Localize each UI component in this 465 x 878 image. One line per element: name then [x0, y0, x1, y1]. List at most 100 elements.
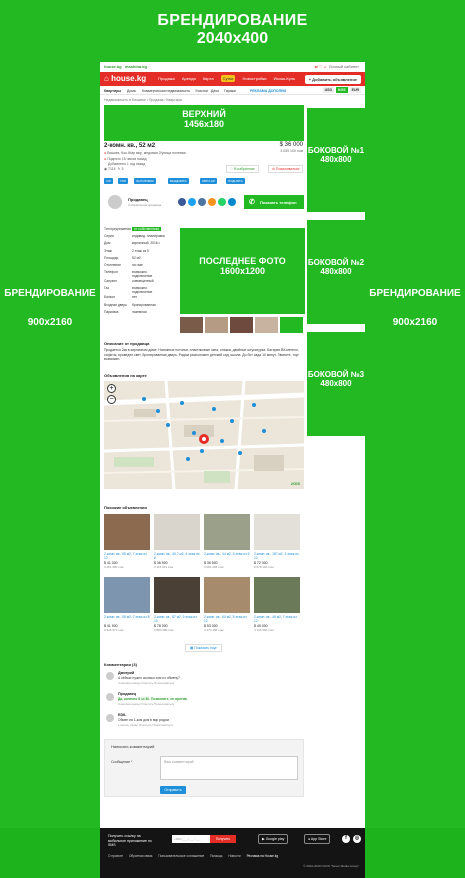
card-photo[interactable] [254, 577, 300, 613]
nav-item-daily[interactable]: Сутки [220, 75, 236, 82]
telegram-icon[interactable] [228, 198, 236, 206]
send-button[interactable]: Отправить [160, 786, 186, 794]
twitter-icon[interactable] [188, 198, 196, 206]
seller-listings-link[interactable]: 3 объявления продавца [128, 203, 161, 207]
facebook-footer-icon[interactable]: f [342, 835, 350, 843]
vk-icon[interactable] [198, 198, 206, 206]
breadcrumb[interactable]: Недвижимость в Бишкеке / Продажа / Кварт… [104, 98, 182, 102]
card-title[interactable]: 2-комн. кв., 55 м2, 7 этаж из 13 [104, 552, 150, 560]
card-title[interactable]: 2-комн. кв., 44 м2, 3 этаж из 5 [204, 552, 250, 560]
subnav-promo[interactable]: РЕКЛАМА ДОПОЛНИ [250, 89, 286, 93]
photo-thumb[interactable] [205, 317, 228, 333]
footer-link-about[interactable]: О проекте [108, 854, 123, 858]
photo-thumb[interactable] [255, 317, 278, 333]
card-title[interactable]: 2-комн. кв., 55 м2, 2 этаж из 8 [104, 615, 150, 623]
google-play-button[interactable]: ▶ Google play [258, 834, 289, 844]
site-logo[interactable]: ⌂ house.kg [104, 74, 146, 83]
favorite-button[interactable]: ♡ В избранное [226, 165, 259, 173]
logo-mashina-small[interactable]: mashina.kg [125, 64, 147, 69]
similar-card[interactable]: 2-комн. кв., 44 м2, 3 этаж из 5 $ 36 500… [204, 514, 250, 569]
comment-meta[interactable]: 1 месяц назад Ответить Пожаловаться [118, 723, 173, 727]
side-ad-banner-3[interactable]: БОКОВОЙ №3 480x800 [307, 332, 365, 436]
similar-card[interactable]: 2-комн. кв., 60 м2, 8 этаж из 12 $ 53 00… [204, 577, 250, 632]
similar-card[interactable]: 2-комн. кв., 45.7 м2, 4 этаж из 8 $ 36 9… [154, 514, 200, 569]
footer-link-news[interactable]: Новости [228, 854, 240, 858]
map-canvas[interactable] [104, 381, 304, 489]
nav-item-issyk-kul[interactable]: Иссык-Куль [274, 76, 296, 81]
side-ad-banner-1[interactable]: БОКОВОЙ №1 480x800 [307, 108, 365, 212]
similar-card[interactable]: 2-комн. кв., 55 м2, 7 этаж из 13 $ 41 00… [104, 514, 150, 569]
comment-meta[interactable]: 3 месяца назад Ответить Пожаловаться [118, 702, 174, 706]
app-store-button[interactable]: ● App Store [304, 834, 331, 844]
site-logo-text[interactable]: house.kg [111, 74, 146, 83]
photo-thumb[interactable] [230, 317, 253, 333]
nav-item-new-buildings[interactable]: Новостройки [243, 76, 267, 81]
compare-icon[interactable]: ⇄ [314, 64, 317, 69]
nav-item-rent[interactable]: Аренда [182, 76, 196, 81]
subnav-garages[interactable]: Гаражи [224, 89, 236, 93]
card-title[interactable]: 2-комн. кв., 187 м2, 3 этаж из 12 [254, 552, 300, 560]
card-photo[interactable] [204, 577, 250, 613]
facebook-icon[interactable] [178, 198, 186, 206]
currency-eur[interactable]: EUR [349, 87, 361, 93]
currency-kgs[interactable]: KGS [336, 87, 348, 93]
card-title[interactable]: 2-комн. кв., 60 м2, 8 этаж из 12 [204, 615, 250, 623]
tag-auto-up[interactable]: АВТО-UP [200, 178, 217, 184]
right-branding-banner[interactable]: БРЕНДИРОВАНИЕ 900x2160 [365, 62, 465, 828]
card-title[interactable]: 2-комн. кв., 46 м2, 7 этаж из 12 [254, 615, 300, 623]
add-listing-button[interactable]: + Добавить объявление [304, 75, 361, 84]
seller-name[interactable]: Продавец [128, 197, 148, 202]
show-phone-button[interactable]: ✆ Показать телефон [244, 195, 304, 209]
show-more-button[interactable]: ▦ Показать еще [185, 644, 222, 652]
tag-highlight[interactable]: ВЫДЕЛИТЬ [168, 178, 189, 184]
top-ad-banner[interactable]: ВЕРХНИЙ 1456x180 [104, 105, 304, 141]
sms-get-button[interactable]: Получить [210, 835, 236, 843]
card-photo[interactable] [154, 577, 200, 613]
footer-link-terms[interactable]: Пользовательское соглашение [158, 854, 204, 858]
similar-card[interactable]: 2-комн. кв., 187 м2, 3 этаж из 12 $ 72 0… [254, 514, 300, 569]
similar-card[interactable]: 2-комн. кв., 46 м2, 7 этаж из 12 $ 49 00… [254, 577, 300, 632]
tag-vip[interactable]: VIP [104, 178, 113, 184]
top-branding-banner[interactable]: БРЕНДИРОВАНИЕ 2040x400 [0, 0, 465, 62]
photo-ad-banner[interactable]: ПОСЛЕДНЕЕ ФОТО 1600x1200 [180, 228, 305, 314]
currency-usd[interactable]: USD [322, 87, 335, 93]
nav-item-sale[interactable]: Продажа [158, 76, 175, 81]
card-title[interactable]: 2-комн. кв., 87 м2, 9 этаж из 10 [154, 615, 200, 623]
tag-top[interactable]: ТОП [118, 178, 129, 184]
message-textarea[interactable]: Ваш комментарий [160, 756, 298, 780]
similar-card[interactable]: 2-комн. кв., 87 м2, 9 этаж из 10 $ 78 00… [154, 577, 200, 632]
subnav-dachas[interactable]: Дачи [211, 89, 219, 93]
photo-thumb[interactable] [180, 317, 203, 333]
side-ad-banner-2[interactable]: БОКОВОЙ №2 480x800 [307, 220, 365, 324]
zoom-out-button[interactable]: − [107, 395, 116, 404]
instagram-footer-icon[interactable]: ◎ [353, 835, 361, 843]
partner-logos[interactable]: house.kg mashina.kg [104, 64, 147, 69]
logo-house-small[interactable]: house.kg [104, 64, 122, 69]
footer-link-feedback[interactable]: Обратная связь [129, 854, 152, 858]
card-photo[interactable] [154, 514, 200, 550]
account-link[interactable]: ⇄ ♡ ♫ Личный кабинет [314, 64, 359, 69]
card-photo[interactable] [204, 514, 250, 550]
left-branding-banner[interactable]: БРЕНДИРОВАНИЕ 900x2160 [0, 62, 100, 828]
heart-icon[interactable]: ♡ [319, 64, 323, 69]
listings-map[interactable]: + − 2GIS [104, 381, 304, 489]
bell-icon[interactable]: ♫ [324, 64, 327, 69]
account-label[interactable]: Личный кабинет [329, 64, 359, 69]
footer-link-help[interactable]: Помощь [210, 854, 222, 858]
subnav-houses[interactable]: Дома [127, 89, 136, 93]
comment-meta[interactable]: 3 месяца назад Ответить Пожаловаться [118, 681, 174, 685]
odnoklassniki-icon[interactable] [208, 198, 216, 206]
whatsapp-icon[interactable] [218, 198, 226, 206]
complain-button[interactable]: ⊘ Пожаловаться [268, 165, 304, 173]
sms-phone-input[interactable]: +996 (___) ___-___ [172, 835, 210, 843]
card-photo[interactable] [104, 577, 150, 613]
nav-item-map[interactable]: Карта [203, 76, 214, 81]
similar-card[interactable]: 2-комн. кв., 55 м2, 2 этаж из 8 $ 41 900… [104, 577, 150, 632]
tag-title[interactable]: ЗАГОЛОВОК [134, 178, 156, 184]
zoom-in-button[interactable]: + [107, 384, 116, 393]
card-photo[interactable] [104, 514, 150, 550]
tag-raise[interactable]: ПОДНЯТЬ [226, 178, 245, 184]
subnav-commercial[interactable]: Коммерческая недвижимость [142, 89, 190, 93]
map-attribution[interactable]: 2GIS [291, 481, 300, 486]
subnav-apartments[interactable]: Квартиры [104, 89, 121, 93]
